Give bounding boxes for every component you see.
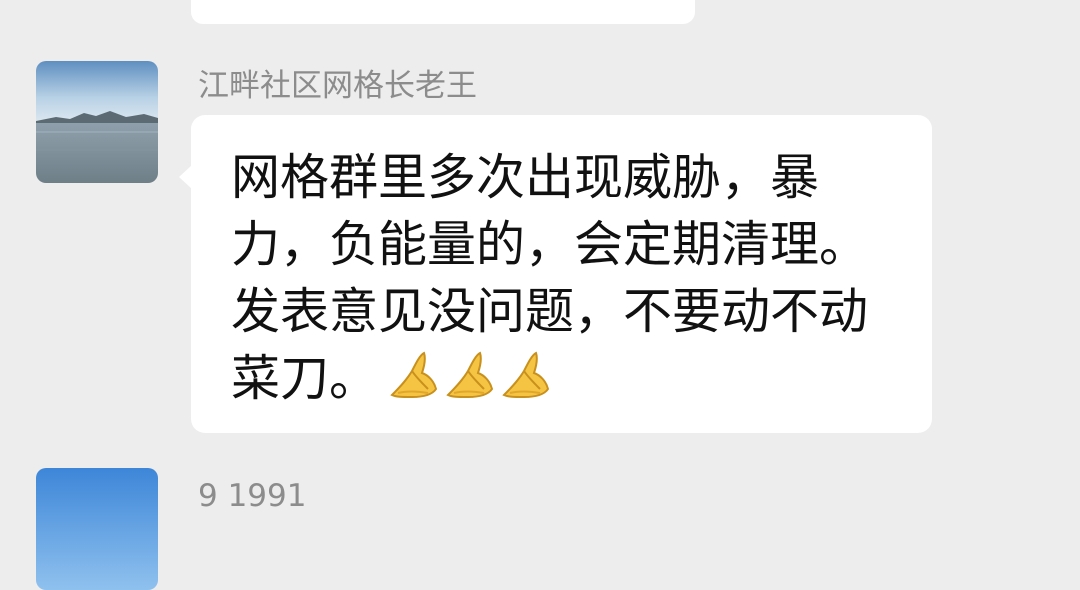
bubble-tail [179, 165, 192, 189]
message-text: 网格群里多次出现威胁，暴力，负能量的，会定期清理。发表意见没问题，不要动不动菜刀… [231, 144, 903, 418]
palms-together-icon [446, 351, 494, 399]
message-bubble[interactable]: 网格群里多次出现威胁，暴力，负能量的，会定期清理。发表意见没问题，不要动不动菜刀… [179, 115, 932, 433]
next-sender-name: 9 1991 [198, 478, 307, 514]
sender-avatar[interactable] [36, 61, 158, 183]
next-sender-avatar[interactable] [36, 468, 158, 590]
previous-message-bubble[interactable] [191, 0, 695, 24]
sea-landscape-avatar-icon [36, 61, 158, 183]
sender-name: 江畔社区网格长老王 [198, 68, 477, 104]
palms-together-icon [390, 351, 438, 399]
palms-together-icon [502, 351, 550, 399]
blue-sky-avatar-icon [36, 468, 158, 590]
emoji-row [388, 349, 556, 418]
